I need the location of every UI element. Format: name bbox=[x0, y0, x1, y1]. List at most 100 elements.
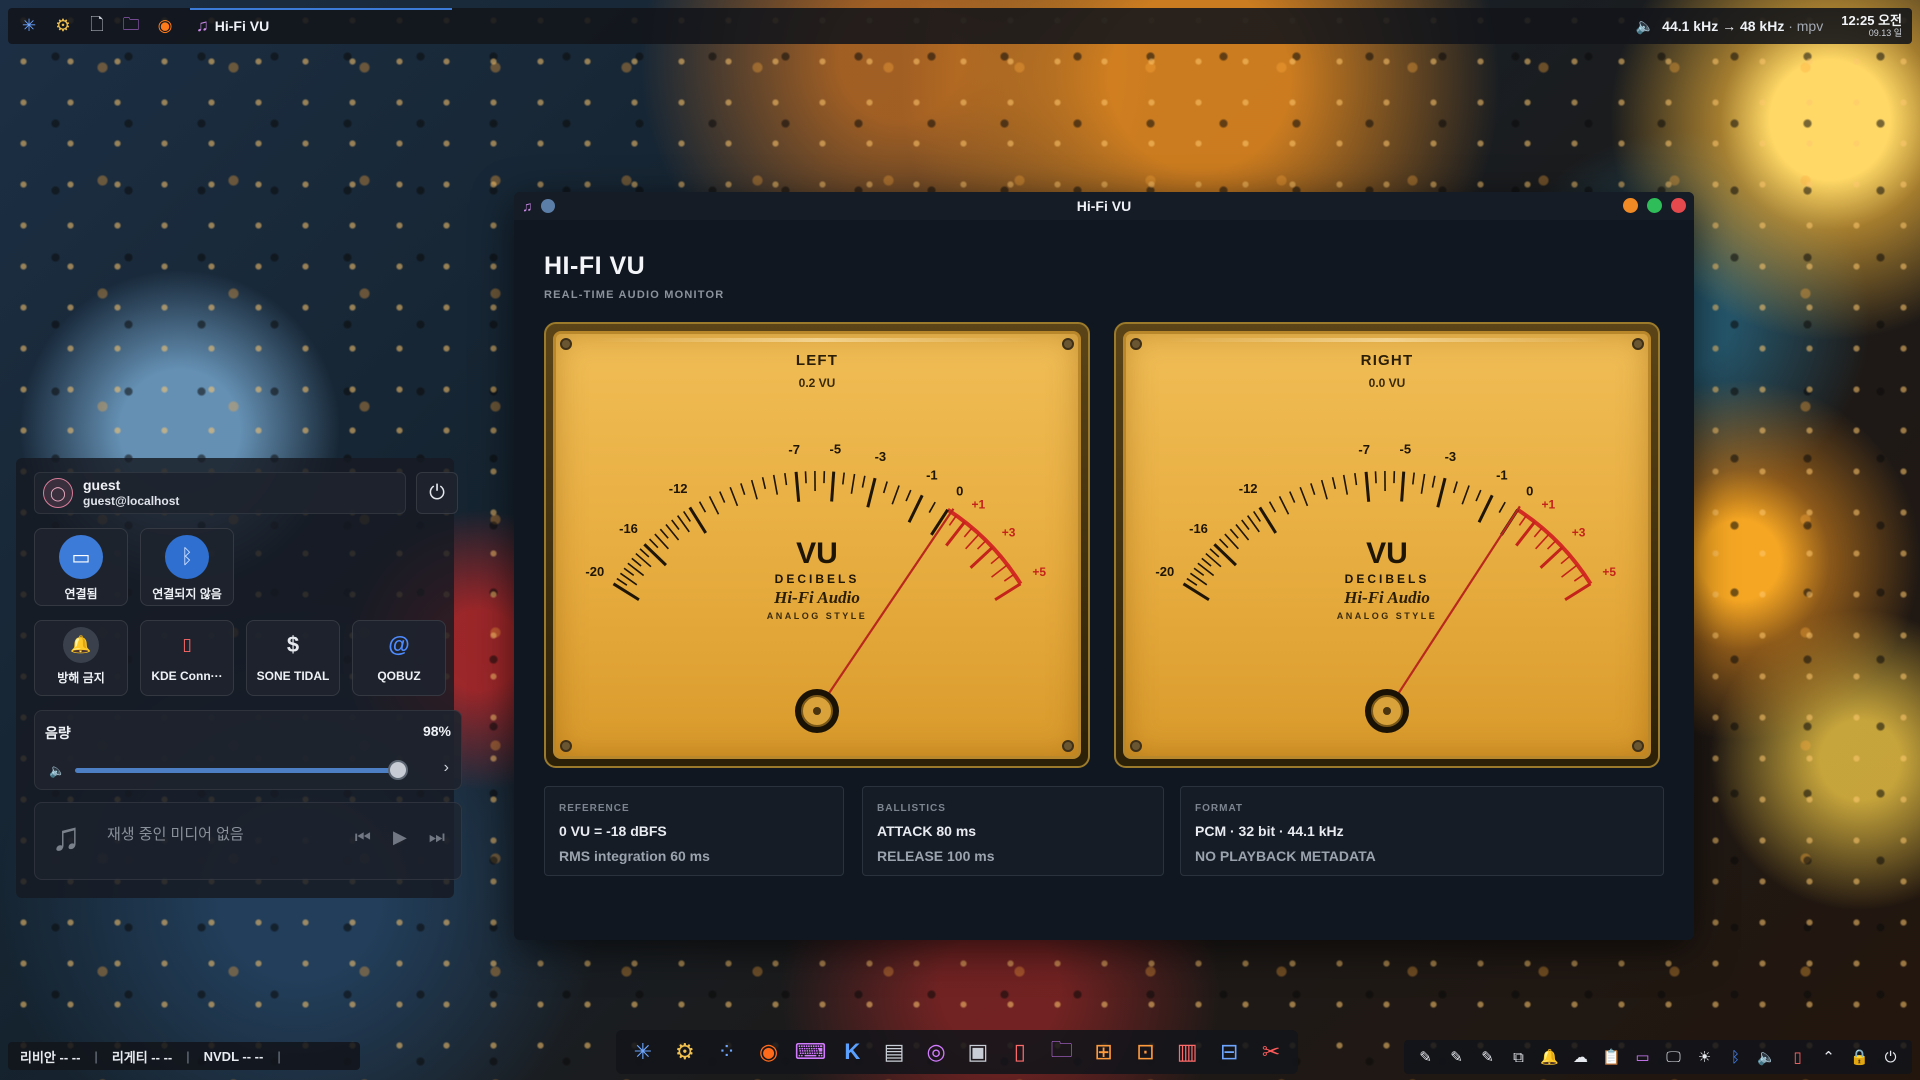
scale-tick bbox=[994, 582, 1022, 601]
scale-tick bbox=[1003, 573, 1015, 582]
scale-tick bbox=[1475, 489, 1482, 502]
pen-icon[interactable]: ✎ bbox=[1414, 1048, 1438, 1066]
bluetooth-icon[interactable]: ᛒ bbox=[1724, 1049, 1748, 1066]
power-button[interactable]: ⏻ bbox=[416, 472, 458, 514]
monitor-icon[interactable]: 🖵 bbox=[1662, 1049, 1686, 1066]
scale-tick bbox=[882, 481, 888, 494]
video-icon[interactable]: ▣ bbox=[960, 1034, 996, 1070]
document-icon[interactable]: ▤ bbox=[876, 1034, 912, 1070]
scale-tick bbox=[963, 527, 973, 538]
power-icon[interactable]: ⏻ bbox=[1879, 1049, 1903, 1066]
minimize-button[interactable] bbox=[1623, 198, 1638, 213]
scale-tick bbox=[1436, 477, 1447, 508]
scale-tick bbox=[1420, 473, 1426, 494]
scale-tick bbox=[976, 539, 987, 550]
scale-tick bbox=[1560, 555, 1571, 565]
scale-label: 0 bbox=[956, 483, 963, 498]
weather-icon[interactable]: ☁ bbox=[1569, 1048, 1593, 1066]
lock-icon[interactable]: 🔒 bbox=[1848, 1048, 1872, 1066]
card-key: FORMAT bbox=[1195, 803, 1244, 814]
phone-icon[interactable]: ▯ bbox=[1786, 1048, 1810, 1066]
top-panel: ✳ ⚙ 🗋 🗀 ◉ ♫ Hi-Fi VU 🔈 44.1 kHz → 48 kHz… bbox=[8, 8, 1912, 44]
settings-icon[interactable]: ⚙ bbox=[50, 13, 76, 39]
scale-tick bbox=[1258, 506, 1277, 534]
plasma-icon[interactable]: ⁘ bbox=[709, 1034, 745, 1070]
volume-slider[interactable] bbox=[75, 760, 409, 780]
close-button[interactable] bbox=[1671, 198, 1686, 213]
code-editor-icon[interactable]: ⊞ bbox=[1086, 1034, 1122, 1070]
scale-tick bbox=[1518, 515, 1528, 526]
firefox-icon[interactable]: ◉ bbox=[152, 13, 178, 39]
edit-icon[interactable]: ⧉ bbox=[1507, 1049, 1531, 1066]
folder-icon[interactable]: 🗀 bbox=[1044, 1034, 1080, 1070]
user-card[interactable]: ◯ guest guest@localhost bbox=[34, 472, 406, 514]
terminal-icon[interactable]: ⌨ bbox=[792, 1034, 828, 1070]
scale-tick bbox=[1193, 567, 1205, 577]
dial-vu-label: VU bbox=[1366, 537, 1408, 570]
scale-label: -16 bbox=[1189, 521, 1208, 536]
tile-sone-tidal[interactable]: $ SONE TIDAL bbox=[246, 620, 340, 696]
folder-icon[interactable]: 🗀 bbox=[118, 13, 144, 39]
scale-tick bbox=[682, 511, 691, 522]
kde-logo-icon[interactable]: ✳ bbox=[16, 13, 42, 39]
scale-tick bbox=[1320, 479, 1328, 500]
window-titlebar[interactable]: ♫ Hi-Fi VU bbox=[514, 192, 1694, 220]
scale-label: +5 bbox=[1032, 565, 1046, 579]
card-line1: ATTACK 80 ms bbox=[877, 823, 977, 839]
camera-app-icon[interactable]: ◎ bbox=[918, 1034, 954, 1070]
phone-icon[interactable]: ▯ bbox=[1002, 1034, 1038, 1070]
console-icon[interactable]: ⊡ bbox=[1127, 1034, 1163, 1070]
display-icon[interactable]: ▭ bbox=[1631, 1048, 1655, 1066]
ticker-item[interactable]: 리게티 -- -- bbox=[112, 1047, 172, 1066]
tile-do-not-disturb[interactable]: 🔔 방해 금지 bbox=[34, 620, 128, 696]
device-icon[interactable]: ▥ bbox=[1169, 1034, 1205, 1070]
scale-tick bbox=[1564, 582, 1592, 601]
kate-icon[interactable]: K bbox=[834, 1034, 870, 1070]
speaker-icon[interactable]: 🔈 bbox=[49, 763, 65, 779]
pen-icon[interactable]: ✎ bbox=[1476, 1048, 1500, 1066]
pen-icon[interactable]: ✎ bbox=[1445, 1048, 1469, 1066]
scale-label: -12 bbox=[1239, 481, 1258, 496]
kde-logo-icon[interactable]: ✳ bbox=[625, 1034, 661, 1070]
clipboard-icon[interactable]: 📋 bbox=[1600, 1048, 1624, 1066]
tile-kde-connect[interactable]: ▯ KDE Conn··· bbox=[140, 620, 234, 696]
dial-brand: Hi-Fi Audio bbox=[773, 588, 860, 607]
firefox-icon[interactable]: ◉ bbox=[751, 1034, 787, 1070]
scale-tick bbox=[708, 496, 720, 515]
scale-tick bbox=[1182, 582, 1210, 601]
maximize-button[interactable] bbox=[1647, 198, 1662, 213]
spectacle-icon[interactable]: ✂ bbox=[1253, 1034, 1289, 1070]
tile-label: KDE Conn··· bbox=[151, 669, 223, 683]
system-tray: ✎ ✎ ✎ ⧉ 🔔 ☁ 📋 ▭ 🖵 ☀ ᛒ 🔈 ▯ ⌃ 🔒 ⏻ bbox=[1404, 1040, 1912, 1074]
chevron-right-icon[interactable]: › bbox=[444, 759, 449, 777]
grid-app-icon[interactable]: ⊟ bbox=[1211, 1034, 1247, 1070]
scale-label: -20 bbox=[585, 564, 604, 579]
tile-bluetooth[interactable]: ᛒ 연결되지 않음 bbox=[140, 528, 234, 606]
scale-tick bbox=[948, 515, 958, 526]
next-track-icon[interactable]: ⏭ bbox=[429, 827, 445, 848]
play-icon[interactable]: ▶ bbox=[393, 827, 407, 848]
scale-label: -1 bbox=[1496, 468, 1508, 483]
clock[interactable]: 12:25 오전 09.13 일 bbox=[1841, 14, 1902, 38]
tile-label: 연결됨 bbox=[64, 587, 98, 601]
file-icon[interactable]: 🗋 bbox=[84, 13, 110, 39]
chevron-up-icon[interactable]: ⌃ bbox=[1817, 1048, 1841, 1066]
settings-icon[interactable]: ⚙ bbox=[667, 1034, 703, 1070]
ticker-item[interactable]: NVDL -- -- bbox=[204, 1049, 264, 1064]
notification-icon[interactable]: 🔔 bbox=[1538, 1048, 1562, 1066]
tile-network[interactable]: ▭ 연결됨 bbox=[34, 528, 128, 606]
sample-rate-text: 44.1 kHz → 48 kHz bbox=[1662, 18, 1785, 34]
scale-tick bbox=[1342, 474, 1349, 495]
previous-track-icon[interactable]: ⏮ bbox=[355, 827, 371, 848]
scale-tick bbox=[1461, 485, 1470, 505]
scale-label: -3 bbox=[1445, 449, 1457, 464]
ticker-item[interactable]: 리비안 -- -- bbox=[20, 1047, 80, 1066]
brightness-icon[interactable]: ☀ bbox=[1693, 1048, 1717, 1066]
volume-icon[interactable]: 🔈 bbox=[1755, 1048, 1779, 1066]
volume-slider-handle[interactable] bbox=[388, 760, 409, 780]
speaker-icon[interactable]: 🔈 bbox=[1635, 17, 1654, 35]
dial-style-label: ANALOG STYLE bbox=[767, 611, 868, 621]
taskbar-item-hifi-vu[interactable]: ♫ Hi-Fi VU bbox=[190, 8, 453, 44]
tile-qobuz[interactable]: @ QOBUZ bbox=[352, 620, 446, 696]
scale-label: -12 bbox=[669, 481, 688, 496]
